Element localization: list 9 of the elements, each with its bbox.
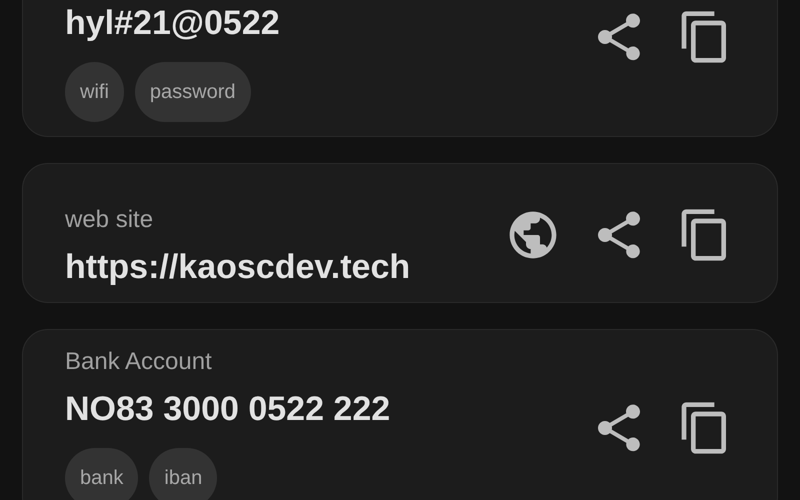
- entry-label: Bank Account: [65, 348, 213, 376]
- tag-chip[interactable]: iban: [149, 448, 218, 500]
- entry-label: web site: [65, 206, 154, 234]
- tag-chip[interactable]: bank: [65, 448, 138, 500]
- entry-value: hyl#21@0522: [65, 3, 280, 44]
- entry-value: NO83 3000 0522 222: [65, 389, 390, 430]
- tag-chip[interactable]: wifi: [65, 62, 124, 122]
- entry-value: https://kaoscdev.tech: [65, 247, 410, 288]
- tag-chip[interactable]: password: [134, 62, 250, 122]
